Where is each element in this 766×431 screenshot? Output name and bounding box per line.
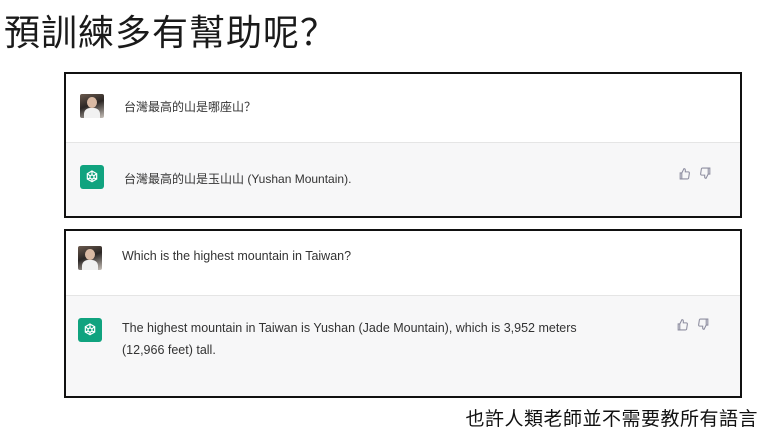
assistant-message-row: The highest mountain in Taiwan is Yushan…	[66, 295, 740, 396]
feedback-buttons	[678, 167, 712, 180]
thumbs-down-icon[interactable]	[699, 167, 712, 180]
assistant-message-line-1: The highest mountain in Taiwan is Yushan…	[122, 321, 577, 335]
assistant-message-text: 台灣最高的山是玉山山 (Yushan Mountain).	[124, 172, 352, 186]
chat-panel-english: Which is the highest mountain in Taiwan?…	[64, 229, 742, 398]
assistant-message-line-2: (12,966 feet) tall.	[122, 343, 216, 357]
user-message-text: Which is the highest mountain in Taiwan?	[122, 249, 352, 263]
chatgpt-logo-icon	[80, 165, 104, 189]
thumbs-down-icon[interactable]	[697, 318, 710, 331]
assistant-message-row: 台灣最高的山是玉山山 (Yushan Mountain).	[66, 142, 740, 216]
thumbs-up-icon[interactable]	[678, 167, 691, 180]
user-message-row: 台灣最高的山是哪座山？	[66, 74, 740, 142]
feedback-buttons	[676, 318, 710, 331]
chatgpt-logo-icon	[78, 318, 102, 342]
thumbs-up-icon[interactable]	[676, 318, 689, 331]
user-message-text: 台灣最高的山是哪座山？	[124, 100, 257, 114]
slide-caption: 也許人類老師並不需要教所有語言	[465, 408, 758, 430]
slide-title: 預訓練多有幫助呢？	[4, 13, 338, 54]
user-avatar	[78, 246, 102, 270]
user-avatar	[80, 94, 104, 118]
assistant-message-text: The highest mountain in Taiwan is Yushan…	[122, 317, 577, 361]
user-message-row: Which is the highest mountain in Taiwan?	[66, 231, 740, 295]
chat-panel-chinese: 台灣最高的山是哪座山？ 台灣最高的山是玉山山 (Yushan Mountain)…	[64, 72, 742, 218]
